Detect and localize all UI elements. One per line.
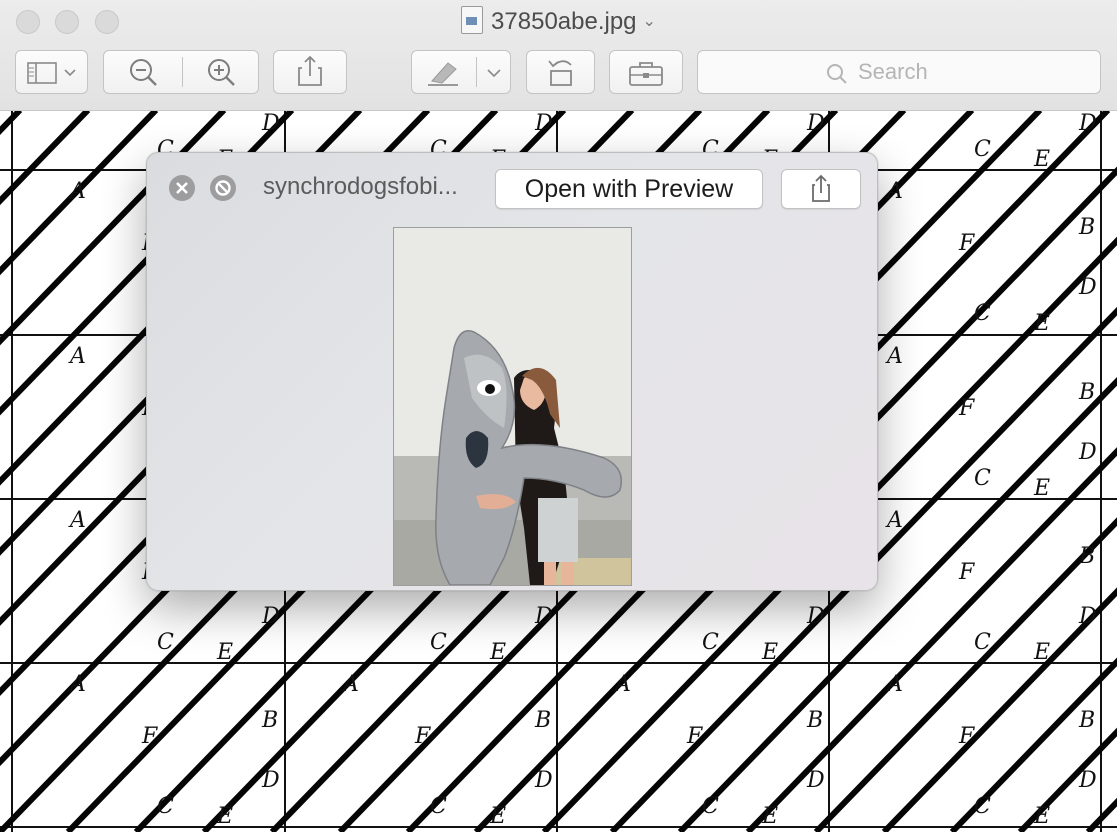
search-icon [827, 64, 847, 84]
markup-button[interactable] [412, 51, 476, 93]
pattern-label: E [489, 804, 506, 829]
pattern-label: A [68, 672, 86, 697]
pattern-label: B [534, 708, 551, 733]
markup-pen-icon [428, 62, 458, 86]
pattern-label: D [1078, 275, 1097, 300]
pattern-label: E [489, 640, 506, 665]
search-field[interactable]: Search [697, 50, 1101, 94]
chevron-down-icon [487, 69, 501, 78]
pattern-label: F [958, 396, 975, 421]
pattern-label: F [958, 724, 975, 749]
pattern-label: A [885, 179, 903, 204]
zoom-out-icon [130, 59, 157, 86]
pattern-label: A [341, 672, 359, 697]
pattern-label: C [702, 794, 719, 819]
pattern-label: D [261, 604, 280, 629]
window-toolbar: 37850abe.jpg ⌄ Search [0, 0, 1117, 111]
pattern-label: A [68, 344, 86, 369]
pattern-label: D [1078, 768, 1097, 793]
pattern-label: E [761, 804, 778, 829]
pattern-label: D [806, 111, 825, 136]
pattern-label: B [1078, 544, 1095, 569]
quicklook-close-button[interactable] [169, 175, 195, 201]
zoom-button-group [103, 50, 259, 94]
toolbox-button[interactable] [609, 50, 683, 94]
search-placeholder: Search [858, 59, 928, 84]
photo-preview [393, 227, 632, 586]
pattern-label: D [806, 604, 825, 629]
document-icon [461, 6, 484, 34]
pattern-label: A [885, 344, 903, 369]
pattern-label: C [702, 630, 719, 655]
photo-preview-icon [394, 228, 631, 585]
pattern-label: B [806, 708, 823, 733]
open-with-preview-button[interactable]: Open with Preview [495, 169, 763, 209]
rotate-left-icon [548, 60, 572, 86]
pattern-label: D [1078, 440, 1097, 465]
pattern-label: D [1078, 604, 1097, 629]
share-button[interactable] [273, 50, 347, 94]
quicklook-fullscreen-button[interactable] [210, 175, 236, 201]
pattern-label: F [414, 724, 431, 749]
pattern-label: A [613, 672, 631, 697]
pattern-label: C [430, 630, 447, 655]
pattern-label: E [761, 640, 778, 665]
zoom-in-button[interactable] [182, 51, 260, 93]
pattern-label: A [68, 179, 86, 204]
toolbox-icon [629, 62, 663, 86]
zoom-out-button[interactable] [104, 51, 182, 93]
share-icon [298, 55, 322, 86]
pattern-label: E [216, 640, 233, 665]
pattern-label: C [430, 794, 447, 819]
pattern-label: C [974, 630, 991, 655]
chevron-down-icon: ⌄ [642, 13, 656, 30]
pattern-label: C [157, 630, 174, 655]
pattern-label: D [261, 111, 280, 136]
pattern-label: D [806, 768, 825, 793]
pattern-label: E [1033, 311, 1050, 336]
pattern-label: B [1078, 380, 1095, 405]
pattern-label: D [261, 768, 280, 793]
pattern-label: E [1033, 476, 1050, 501]
window-title[interactable]: 37850abe.jpg ⌄ [0, 6, 1117, 36]
pattern-label: D [534, 768, 553, 793]
pattern-label: C [974, 137, 991, 162]
close-circle-icon [176, 182, 188, 194]
fullscreen-circle-icon [215, 180, 231, 196]
pattern-label: E [1033, 640, 1050, 665]
markup-menu-button[interactable] [476, 51, 512, 93]
pattern-label: F [686, 724, 703, 749]
pattern-label: C [974, 466, 991, 491]
rotate-button[interactable] [526, 50, 595, 94]
pattern-label: F [141, 724, 158, 749]
pattern-label: F [958, 560, 975, 585]
zoom-in-icon [208, 59, 235, 86]
pattern-label: E [1033, 804, 1050, 829]
markup-button-group [411, 50, 511, 94]
quicklook-panel: synchrodogsfobi... Open with Preview [146, 152, 878, 591]
pattern-label: C [974, 301, 991, 326]
window-title-text: 37850abe.jpg [491, 8, 637, 35]
pattern-label: A [885, 672, 903, 697]
pattern-label: C [157, 794, 174, 819]
pattern-label: D [534, 604, 553, 629]
pattern-label: E [1033, 147, 1050, 172]
quicklook-filename: synchrodogsfobi... [263, 173, 458, 200]
sidebar-icon [27, 62, 76, 84]
pattern-label: A [68, 508, 86, 533]
pattern-label: B [261, 708, 278, 733]
pattern-label: C [974, 794, 991, 819]
pattern-label: B [1078, 708, 1095, 733]
sidebar-toggle-button[interactable] [15, 50, 88, 94]
quicklook-share-button[interactable] [781, 169, 861, 209]
pattern-label: A [885, 508, 903, 533]
pattern-label: D [534, 111, 553, 136]
pattern-label: D [1078, 111, 1097, 136]
pattern-label: E [216, 804, 233, 829]
share-icon [812, 174, 830, 202]
pattern-label: F [958, 231, 975, 256]
pattern-label: B [1078, 215, 1095, 240]
